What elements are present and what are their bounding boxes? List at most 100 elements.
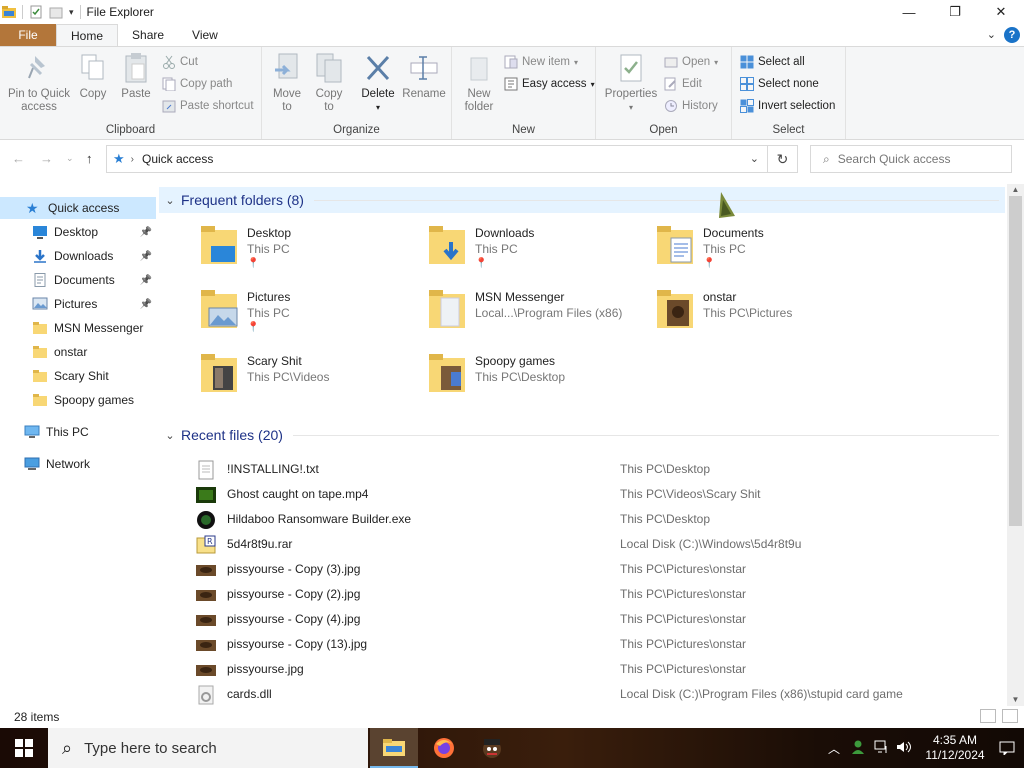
folder-name: Downloads — [475, 226, 535, 240]
folder-icon — [427, 352, 467, 394]
pin-to-quick-access-button[interactable]: Pin to Quick access — [6, 51, 72, 114]
clock[interactable]: 4:35 AM 11/12/2024 — [920, 733, 990, 763]
sidebar-item-quick-access[interactable]: ★ Quick access — [0, 197, 156, 219]
recent-file-row[interactable]: R 5d4r8t9u.rar Local Disk (C:)\Windows\5d4… — [159, 532, 1005, 557]
tab-file[interactable]: File — [0, 24, 56, 46]
taskbar-search-box[interactable]: ⌕ Type here to search — [48, 728, 368, 768]
frequent-folder-scary-shit[interactable]: Scary Shit This PC\Videos — [159, 346, 379, 404]
collapse-chevron-icon[interactable]: ⌄ — [159, 194, 181, 207]
frequent-folder-spoopy-games[interactable]: Spoopy games This PC\Desktop — [387, 346, 607, 404]
volume-icon[interactable] — [896, 740, 912, 757]
show-hidden-icons-chevron-icon[interactable]: ︿ — [828, 740, 840, 757]
vertical-scrollbar[interactable]: ▲ ▼ — [1007, 184, 1024, 706]
forward-arrow-icon[interactable]: → — [40, 151, 53, 166]
sidebar-item-msn-messenger[interactable]: MSN Messenger — [0, 317, 156, 339]
history-button[interactable]: History — [664, 99, 718, 113]
delete-button[interactable]: Delete ▾ — [358, 51, 398, 114]
tab-share[interactable]: Share — [118, 24, 178, 46]
up-arrow-icon[interactable]: ↑ — [86, 151, 93, 166]
scroll-up-icon[interactable]: ▲ — [1007, 184, 1024, 196]
sidebar-item-this-pc[interactable]: This PC — [0, 421, 156, 443]
select-all-button[interactable]: Select all — [740, 55, 805, 69]
recent-file-row[interactable]: pissyourse.jpg This PC\Pictures\onstar — [159, 657, 1005, 682]
frequent-folder-msn-messenger[interactable]: MSN Messenger Local...\Program Files (x86… — [387, 282, 622, 340]
help-icon[interactable]: ? — [1004, 27, 1020, 43]
move-to-label-1: Move — [272, 88, 302, 100]
cut-button[interactable]: Cut — [162, 55, 198, 69]
breadcrumb-quick-access[interactable]: Quick access — [142, 152, 213, 166]
sidebar-item-scary-shit[interactable]: Scary Shit — [0, 365, 156, 387]
breadcrumb-separator-icon[interactable]: › — [131, 154, 134, 165]
frequent-folder-documents[interactable]: Documents This PC 📍 — [615, 218, 835, 276]
recent-file-row[interactable]: !INSTALLING!.txt This PC\Desktop — [159, 457, 1005, 482]
taskbar-firefox[interactable] — [420, 728, 468, 768]
new-item-button[interactable]: New item ▾ — [504, 55, 578, 69]
sidebar-item-onstar[interactable]: onstar — [0, 341, 156, 363]
scroll-down-icon[interactable]: ▼ — [1007, 694, 1024, 706]
recent-file-row[interactable]: cards.dll Local Disk (C:)\Program Files (… — [159, 682, 1005, 707]
frequent-folder-pictures[interactable]: Pictures This PC 📍 — [159, 282, 379, 340]
recent-file-row[interactable]: pissyourse - Copy (2).jpg This PC\Picture… — [159, 582, 1005, 607]
sidebar-item-network[interactable]: Network — [0, 453, 156, 475]
recent-file-row[interactable]: pissyourse - Copy (4).jpg This PC\Picture… — [159, 607, 1005, 632]
select-group-label: Select — [772, 124, 805, 136]
select-none-button[interactable]: Select none — [740, 77, 819, 91]
paste-button[interactable]: Paste — [116, 51, 156, 101]
rename-button[interactable]: Rename — [402, 51, 446, 101]
taskbar-file-explorer[interactable] — [370, 728, 418, 768]
recent-locations-icon[interactable]: ⌄ — [66, 153, 74, 164]
sidebar-item-downloads[interactable]: Downloads 📌 — [0, 245, 156, 267]
dll-file-icon — [195, 685, 217, 705]
recent-file-row[interactable]: Ghost caught on tape.mp4 This PC\Videos\S… — [159, 482, 1005, 507]
copy-to-button[interactable]: Copy to — [310, 51, 348, 114]
sidebar-item-spoopy-games[interactable]: Spoopy games — [0, 389, 156, 411]
network-status-icon[interactable] — [874, 740, 890, 757]
recent-file-row[interactable]: Hildaboo Ransomware Builder.exe This PC\D… — [159, 507, 1005, 532]
frequent-folder-downloads[interactable]: Downloads This PC 📍 — [387, 218, 607, 276]
back-arrow-icon[interactable]: ← — [12, 151, 25, 166]
new-folder-button[interactable]: New folder — [460, 51, 498, 114]
tab-view[interactable]: View — [178, 24, 232, 46]
recent-file-row[interactable]: pissyourse - Copy (3).jpg This PC\Picture… — [159, 557, 1005, 582]
new-folder-qat-icon[interactable] — [49, 5, 63, 19]
frequent-folders-header[interactable]: ⌄ Frequent folders (8) — [159, 187, 1005, 213]
recent-file-row[interactable]: pissyourse - Copy (13).jpg This PC\Pictur… — [159, 632, 1005, 657]
scrollbar-thumb[interactable] — [1009, 196, 1022, 526]
notifications-icon[interactable] — [990, 741, 1024, 755]
taskbar-app-pirate[interactable] — [468, 728, 516, 768]
sidebar-item-documents[interactable]: Documents 📌 — [0, 269, 156, 291]
copy-button[interactable]: Copy — [76, 51, 110, 101]
sidebar-item-label: Desktop — [54, 225, 99, 239]
sidebar-item-desktop[interactable]: Desktop 📌 — [0, 221, 156, 243]
qat-dropdown-icon[interactable]: ▾ — [69, 7, 74, 18]
address-dropdown-icon[interactable]: ⌄ — [750, 152, 759, 165]
edit-button[interactable]: Edit — [664, 77, 702, 91]
close-button[interactable]: ✕ — [978, 0, 1024, 24]
easy-access-button[interactable]: Easy access ▾ — [504, 77, 595, 91]
tab-home[interactable]: Home — [56, 24, 119, 46]
copy-path-button[interactable]: Copy path — [162, 77, 232, 92]
properties-button[interactable]: Properties ▾ — [602, 51, 660, 114]
sidebar-item-pictures[interactable]: Pictures 📌 — [0, 293, 156, 315]
collapse-chevron-icon[interactable]: ⌄ — [159, 429, 181, 442]
pictures-icon — [32, 297, 48, 311]
move-to-button[interactable]: Move to — [268, 51, 306, 114]
sidebar-item-label: onstar — [54, 345, 88, 359]
collapse-ribbon-icon[interactable]: ⌄ — [987, 28, 996, 41]
details-view-icon[interactable] — [980, 709, 996, 723]
address-bar[interactable]: ★ › Quick access ⌄ — [106, 145, 768, 173]
minimize-button[interactable]: — — [886, 0, 932, 24]
maximize-button[interactable]: ❐ — [932, 0, 978, 24]
properties-qat-icon[interactable] — [29, 5, 43, 19]
frequent-folder-onstar[interactable]: onstar This PC\Pictures — [615, 282, 835, 340]
start-button[interactable] — [0, 728, 48, 768]
frequent-folder-desktop[interactable]: Desktop This PC 📍 — [159, 218, 379, 276]
recent-files-header[interactable]: ⌄ Recent files (20) — [159, 422, 1005, 448]
large-icons-view-icon[interactable] — [1002, 709, 1018, 723]
refresh-button[interactable]: ↻ — [768, 145, 798, 173]
user-status-icon[interactable] — [850, 739, 866, 758]
search-box[interactable]: ⌕ Search Quick access — [810, 145, 1012, 173]
invert-selection-button[interactable]: Invert selection — [740, 99, 835, 113]
open-button[interactable]: Open ▾ — [664, 55, 718, 69]
paste-shortcut-button[interactable]: Paste shortcut — [162, 99, 254, 113]
